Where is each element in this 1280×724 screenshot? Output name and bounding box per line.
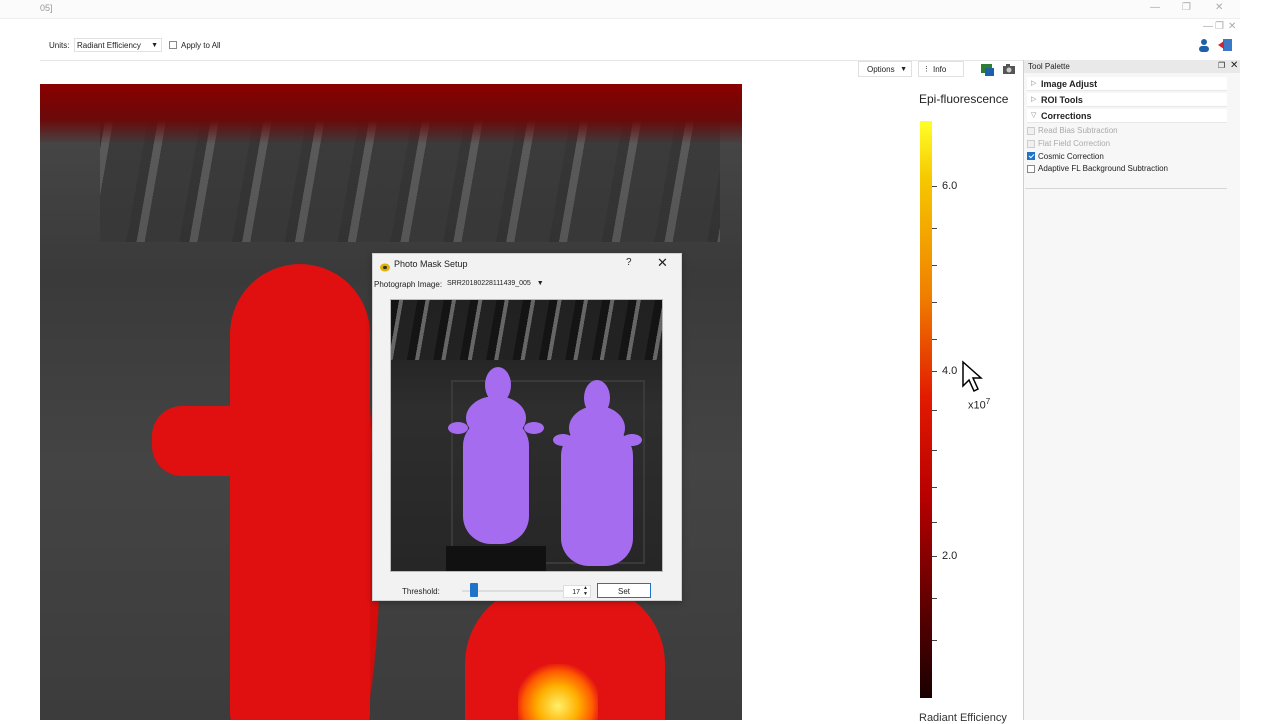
threshold-label: Threshold: bbox=[402, 587, 440, 596]
colorbar-tick-label: 2.0 bbox=[942, 550, 958, 562]
photo-mask-setup-dialog: Photo Mask Setup ? ✕ Photograph Image: S… bbox=[372, 253, 682, 601]
flat-field-checkbox[interactable] bbox=[1027, 140, 1035, 148]
exponent-power: 7 bbox=[985, 397, 991, 406]
colorbar-minor-tick bbox=[932, 598, 937, 599]
section-roi-tools[interactable]: ▷ ROI Tools bbox=[1027, 93, 1227, 107]
colorbar-minor-tick bbox=[932, 302, 937, 303]
colorbar-tick-label: 6.0 bbox=[942, 180, 958, 192]
mouse-cursor-icon bbox=[962, 360, 983, 393]
colorbar-minor-tick bbox=[932, 522, 937, 523]
section-label: Corrections bbox=[1041, 111, 1092, 121]
exit-icon[interactable] bbox=[1217, 38, 1235, 52]
threshold-spinbox[interactable]: 17 ▲ ▼ bbox=[563, 585, 591, 598]
chevron-right-icon: ▷ bbox=[1031, 96, 1037, 103]
left-mouse-signal bbox=[230, 264, 370, 720]
photograph-image-dropdown[interactable]: SRR20180228111439_005 ▼ bbox=[447, 280, 544, 287]
image-export-icon[interactable] bbox=[980, 62, 994, 76]
app-logo-icon bbox=[380, 259, 390, 272]
right-margin bbox=[1240, 0, 1280, 720]
exponent-base: x10 bbox=[968, 399, 986, 412]
mask-silhouettes bbox=[448, 367, 642, 566]
close-icon[interactable]: ✕ bbox=[1230, 60, 1238, 71]
close-icon[interactable]: ✕ bbox=[1215, 2, 1223, 13]
tool-palette-header: Tool Palette ❐ ✕ bbox=[1024, 60, 1241, 73]
section-label: Image Adjust bbox=[1041, 79, 1098, 89]
restore-icon[interactable]: ❐ bbox=[1182, 2, 1191, 13]
minimize-icon[interactable]: — bbox=[1150, 2, 1160, 13]
colorbar-exponent: x107 bbox=[968, 397, 990, 412]
units-label: Units: bbox=[49, 41, 70, 50]
spin-arrows-icon[interactable]: ▲ ▼ bbox=[583, 585, 588, 597]
mask-mouse-right bbox=[553, 380, 642, 566]
read-bias-label: Read Bias Subtraction bbox=[1038, 126, 1118, 135]
hot-spot-signal bbox=[518, 664, 598, 720]
chevron-down-icon: ▼ bbox=[151, 42, 158, 49]
apply-all-checkbox[interactable] bbox=[169, 41, 177, 49]
apply-all-label: Apply to All bbox=[181, 41, 221, 50]
units-dropdown[interactable]: Radiant Efficiency ▼ bbox=[74, 38, 162, 52]
photograph-image-label: Photograph Image: bbox=[374, 280, 443, 289]
help-icon[interactable]: ? bbox=[626, 257, 632, 268]
inner-close-icon[interactable]: ✕ bbox=[1228, 21, 1236, 32]
colorbar-minor-tick bbox=[932, 265, 937, 266]
colorbar-tick bbox=[932, 371, 937, 372]
mask-mouse-left bbox=[448, 367, 544, 544]
colorbar-minor-tick bbox=[932, 450, 937, 451]
threshold-value: 17 bbox=[572, 589, 580, 596]
section-label: ROI Tools bbox=[1041, 95, 1083, 105]
colorbar-gradient bbox=[920, 121, 932, 698]
chevron-down-icon: ▽ bbox=[1031, 112, 1037, 119]
inner-minimize-icon[interactable]: — bbox=[1203, 21, 1213, 32]
info-icon: ⋮ bbox=[923, 66, 930, 73]
camera-icon[interactable] bbox=[1002, 62, 1016, 76]
info-button[interactable]: ⋮ Info bbox=[918, 61, 964, 77]
colorbar-units-label: Radiant Efficiency bbox=[919, 712, 1007, 724]
section-image-adjust[interactable]: ▷ Image Adjust bbox=[1027, 77, 1227, 91]
section-corrections[interactable]: ▽ Corrections bbox=[1027, 109, 1227, 123]
tool-palette-title: Tool Palette bbox=[1028, 62, 1070, 71]
colorbar-tick-label: 4.0 bbox=[942, 365, 958, 377]
read-bias-checkbox[interactable] bbox=[1027, 127, 1035, 135]
tool-palette: Tool Palette ❐ ✕ ▷ Image Adjust ▷ ROI To… bbox=[1023, 60, 1241, 720]
colorbar-minor-tick bbox=[932, 228, 937, 229]
info-label: Info bbox=[933, 65, 947, 74]
chevron-down-icon: ▼ bbox=[536, 280, 544, 287]
threshold-slider-handle[interactable] bbox=[470, 583, 478, 597]
units-value: Radiant Efficiency bbox=[77, 41, 141, 50]
colorbar-minor-tick bbox=[932, 410, 937, 411]
colorbar-minor-tick bbox=[932, 487, 937, 488]
palette-divider bbox=[1025, 188, 1227, 189]
user-icon[interactable] bbox=[1198, 38, 1210, 52]
chevron-down-icon: ▼ bbox=[900, 66, 907, 73]
colorbar-tick bbox=[932, 186, 937, 187]
options-dropdown[interactable]: Options ▼ bbox=[858, 61, 912, 77]
dialog-title: Photo Mask Setup bbox=[394, 259, 468, 269]
set-button[interactable]: Set bbox=[597, 583, 651, 598]
colorbar-tick bbox=[932, 556, 937, 557]
adaptive-fl-label: Adaptive FL Background Subtraction bbox=[1038, 164, 1169, 173]
photograph-image-value: SRR20180228111439_005 bbox=[447, 280, 531, 287]
title-bar: 05] — ❐ ✕ bbox=[0, 0, 1240, 19]
adaptive-fl-checkbox[interactable] bbox=[1027, 165, 1035, 173]
colorbar-minor-tick bbox=[932, 339, 937, 340]
mask-preview-image bbox=[390, 299, 663, 572]
inner-restore-icon[interactable]: ❐ bbox=[1215, 21, 1224, 32]
cosmic-correction-label: Cosmic Correction bbox=[1038, 152, 1104, 161]
overlay-top-signal bbox=[40, 84, 742, 144]
flat-field-label: Flat Field Correction bbox=[1038, 139, 1111, 148]
options-label: Options bbox=[867, 65, 895, 74]
window-title: 05] bbox=[40, 3, 53, 13]
float-icon[interactable]: ❐ bbox=[1218, 61, 1225, 70]
close-icon[interactable]: ✕ bbox=[657, 255, 668, 271]
colorbar-title: Epi-fluorescence bbox=[919, 92, 1009, 106]
cosmic-correction-checkbox[interactable] bbox=[1027, 152, 1035, 160]
colorbar-minor-tick bbox=[932, 640, 937, 641]
chevron-right-icon: ▷ bbox=[1031, 80, 1037, 87]
